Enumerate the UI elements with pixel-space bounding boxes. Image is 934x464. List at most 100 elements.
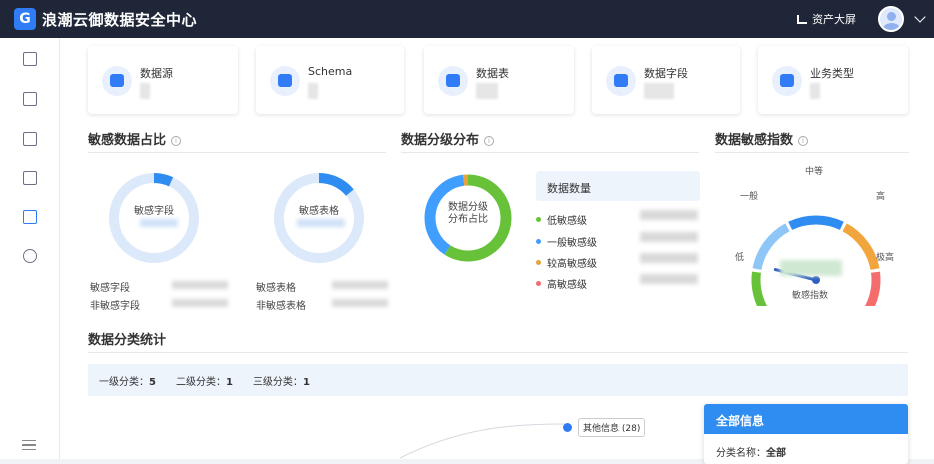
sensitive-ratio-title: 敏感数据占比 i — [88, 129, 182, 148]
info-panel-title: 全部信息 — [704, 404, 908, 434]
card-business-type[interactable]: 业务类型 — [758, 46, 908, 114]
field-row-label: 敏感字段 — [90, 283, 130, 294]
info-row-label: 分类名称： — [716, 448, 766, 459]
gauge-hub — [812, 276, 820, 284]
gauge-segment-0 — [751, 271, 768, 306]
database-icon[interactable] — [23, 210, 37, 224]
user-avatar[interactable] — [878, 6, 904, 32]
legend-label: 一般敏感级 — [547, 238, 597, 249]
settings-icon[interactable] — [23, 249, 37, 263]
card-value — [140, 83, 150, 99]
classification-title-text: 数据分级分布 — [401, 133, 480, 148]
donut-track — [109, 173, 199, 263]
classification-title: 数据分级分布 i — [401, 129, 495, 148]
card-schema[interactable]: Schema — [256, 46, 404, 114]
blurred-value — [297, 219, 345, 227]
card-label: 数据源 — [140, 67, 173, 80]
legend-dot-icon — [536, 217, 541, 222]
classification-stats-bar: 一级分类：5 二级分类：1 三级分类：1 — [88, 364, 908, 396]
info-icon[interactable]: i — [171, 136, 182, 146]
asset-big-screen-link[interactable]: 资产大屏 — [797, 11, 856, 27]
legend-high[interactable]: 较高敏感级 — [536, 255, 597, 270]
divider — [401, 152, 699, 153]
main-content: 数据源 Schema 数据表 数据字段 业务类型 敏感数据占比 i 敏感字段 敏感… — [60, 38, 934, 464]
app-logo[interactable]: G 浪潮云御数据安全中心 — [14, 8, 197, 30]
gauge-label-high: 高 — [876, 190, 885, 202]
legend-low[interactable]: 低敏感级 — [536, 212, 587, 227]
data-count-label: 数据数量 — [547, 182, 591, 195]
card-value — [644, 83, 674, 99]
divider — [715, 152, 909, 153]
card-datasource[interactable]: 数据源 — [88, 46, 238, 114]
gauge-segment-3 — [842, 223, 880, 271]
blurred-value — [172, 299, 228, 307]
tree-node-other-info[interactable]: 其他信息 (28) — [563, 418, 646, 437]
classification-stats-title: 数据分类统计 — [88, 333, 167, 348]
card-value — [810, 83, 820, 99]
classification-icon[interactable] — [23, 132, 37, 146]
table-row-label: 敏感表格 — [256, 283, 296, 294]
blurred-value — [640, 274, 698, 284]
blurred-value — [640, 232, 698, 242]
info-icon[interactable]: i — [484, 136, 495, 146]
copy-icon[interactable] — [23, 171, 37, 185]
classification-center-label: 数据分级 分布占比 — [438, 202, 498, 226]
legend-label: 高敏感级 — [547, 280, 587, 291]
legend-label: 较高敏感级 — [547, 259, 597, 270]
card-value — [476, 83, 498, 99]
blurred-value — [332, 281, 388, 289]
card-field[interactable]: 数据字段 — [592, 46, 740, 114]
collapse-sidebar-icon[interactable] — [22, 440, 36, 450]
donut-center-label: 敏感表格 — [299, 206, 339, 217]
sensitive-ratio-title-text: 敏感数据占比 — [88, 133, 167, 148]
stat-label: 二级分类： — [175, 376, 226, 388]
field-icon — [606, 66, 636, 96]
info-panel-row: 分类名称：全部 — [704, 434, 908, 459]
divider — [88, 352, 908, 353]
sensitivity-index-title-text: 数据敏感指数 — [715, 133, 794, 148]
dashboard-icon[interactable] — [23, 52, 37, 66]
sensitive-field-donut — [109, 173, 199, 263]
stat-level-1: 一级分类：5 — [99, 373, 156, 388]
chevron-down-icon[interactable] — [914, 11, 926, 23]
table-row-label: 非敏感表格 — [256, 301, 306, 312]
card-label: 数据字段 — [644, 67, 688, 80]
legend-normal[interactable]: 一般敏感级 — [536, 234, 597, 249]
card-table[interactable]: 数据表 — [424, 46, 574, 114]
gauge-bottom-label: 敏感指数 — [792, 289, 828, 301]
sensitivity-gauge: 低 一般 中等 高 极高 敏感指数 — [735, 165, 894, 306]
legend-dot-icon — [536, 281, 541, 286]
report-icon[interactable] — [23, 92, 37, 106]
tree-node-dot-icon — [563, 423, 572, 432]
business-type-icon — [772, 66, 802, 96]
legend-dot-icon — [536, 239, 541, 244]
all-info-panel: 全部信息 分类名称：全部 — [704, 404, 908, 464]
tree-links — [399, 423, 566, 459]
sidebar — [0, 38, 60, 459]
gauge-label-normal: 一般 — [740, 190, 758, 202]
sensitivity-index-title: 数据敏感指数 i — [715, 129, 809, 148]
legend-label: 低敏感级 — [547, 216, 587, 227]
stat-value: 1 — [302, 376, 310, 388]
blurred-gauge-value — [780, 260, 842, 276]
blurred-value — [172, 281, 228, 289]
stat-value: 5 — [149, 376, 156, 388]
top-bar: G 浪潮云御数据安全中心 资产大屏 — [0, 0, 934, 38]
table-icon — [438, 66, 468, 96]
card-label: 业务类型 — [810, 67, 854, 80]
info-row-value: 全部 — [766, 448, 786, 459]
gauge-label-low: 低 — [735, 251, 744, 263]
stat-value: 1 — [225, 376, 233, 388]
logo-mark-icon: G — [14, 8, 36, 30]
info-icon[interactable]: i — [798, 136, 809, 146]
legend-very-high[interactable]: 高敏感级 — [536, 276, 587, 291]
gauge-label-medium: 中等 — [805, 165, 823, 177]
schema-icon — [270, 66, 300, 96]
center-line-1: 数据分级 — [448, 202, 488, 213]
gauge-segment-2 — [788, 215, 844, 230]
blurred-value — [332, 299, 388, 307]
divider — [88, 152, 386, 153]
gauge-label-very-high: 极高 — [876, 251, 894, 263]
blurred-value — [640, 253, 698, 263]
card-label: 数据表 — [476, 67, 509, 80]
